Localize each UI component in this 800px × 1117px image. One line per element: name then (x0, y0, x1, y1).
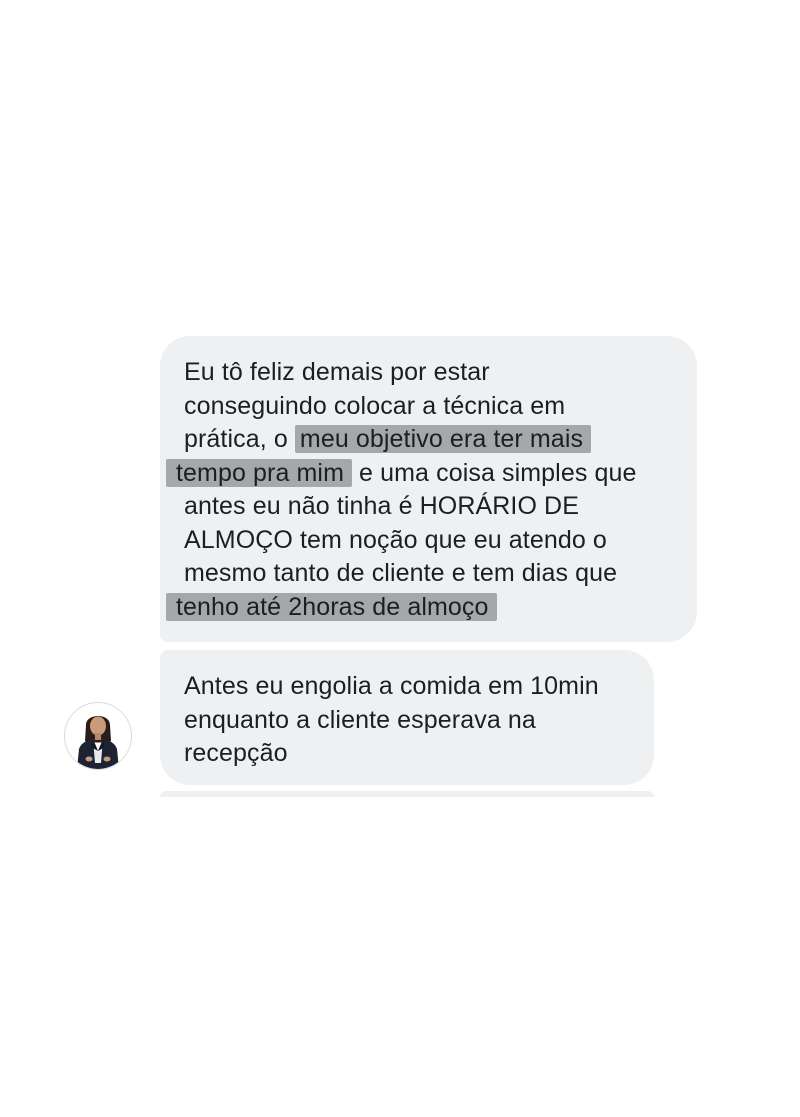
message-line: recepção (184, 739, 288, 767)
message-line: ALMOÇO tem noção que eu atendo o (184, 525, 607, 554)
avatar[interactable] (64, 702, 132, 770)
message-line: tempo pra mim e uma coisa simples que (166, 457, 677, 491)
highlighted-text: meu objetivo era ter mais (294, 425, 592, 453)
profile-photo-icon (65, 703, 131, 769)
message-line: prática, o meu objetivo era ter mais (184, 423, 677, 457)
highlighted-text: tempo pra mim (166, 458, 353, 487)
message-bubble[interactable]: Antes eu engolia a comida em 10min enqua… (160, 650, 654, 785)
message-line: antes eu não tinha é HORÁRIO DE (184, 492, 579, 520)
highlighted-text: tenho até 2horas de almoço (166, 592, 497, 621)
message-text: e uma coisa simples que (352, 458, 637, 487)
message-line: mesmo tanto de cliente e tem dias que (184, 559, 618, 587)
message-line: Eu tô feliz demais por estar (184, 358, 490, 386)
message-line: tenho até 2horas de almoço (166, 591, 677, 625)
message-bubble[interactable]: Eu tô feliz demais por estar conseguindo… (160, 336, 697, 642)
message-line: Antes eu engolia a comida em 10min (184, 672, 599, 700)
message-text: prática, o (184, 425, 295, 453)
message-line: conseguindo colocar a técnica em (184, 391, 566, 420)
message-line: enquanto a cliente esperava na (184, 705, 536, 734)
next-message-bubble-edge (160, 791, 654, 797)
